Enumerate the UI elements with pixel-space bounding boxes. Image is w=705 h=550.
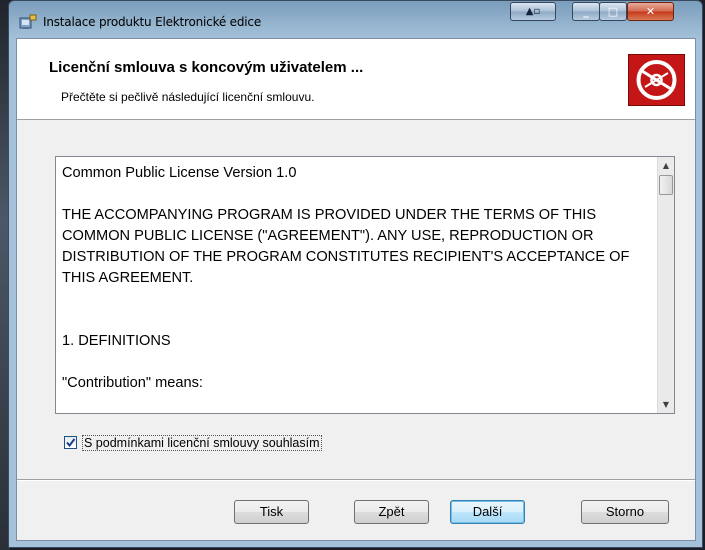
minimize-icon: _ [583, 5, 589, 18]
license-text-box[interactable]: Common Public License Version 1.0 THE AC… [55, 156, 675, 414]
next-button-label: Další [472, 504, 503, 519]
window-title: Instalace produktu Elektronické edice [43, 15, 261, 29]
license-line [62, 310, 650, 331]
agree-checkbox[interactable] [64, 436, 77, 449]
disc-icon [636, 60, 677, 100]
close-icon: ✕ [645, 5, 656, 18]
installer-icon [19, 14, 37, 29]
agree-label[interactable]: S podmínkami licenční smlouvy souhlasím [82, 435, 322, 451]
maximize-icon: □ [607, 5, 619, 18]
close-button[interactable]: ✕ [627, 2, 674, 21]
license-line: 1. DEFINITIONS [62, 333, 171, 349]
maximize-button[interactable]: □ [599, 2, 627, 21]
page-subtitle: Přečtěte si pečlivě následující licenční… [61, 90, 315, 104]
help-button[interactable]: ▲▫ [510, 2, 556, 21]
help-icon: ▲▫ [525, 6, 541, 17]
cancel-button-label: Storno [605, 504, 645, 519]
minimize-button[interactable]: _ [572, 2, 600, 21]
license-line: THE ACCOMPANYING PROGRAM IS PROVIDED UND… [62, 207, 630, 286]
installer-window: Instalace produktu Elektronické edice ▲▫… [8, 0, 703, 548]
print-button[interactable]: Tisk [234, 500, 309, 524]
license-line [62, 289, 650, 310]
scroll-up-icon[interactable]: ▲ [658, 157, 674, 174]
page-title: Licenční smlouva s koncovým uživatelem .… [49, 59, 364, 76]
scroll-thumb[interactable] [659, 175, 673, 195]
license-line: "Contribution" means: [62, 375, 203, 391]
license-line [62, 352, 650, 373]
back-button[interactable]: Zpět [354, 500, 429, 524]
title-bar[interactable]: Instalace produktu Elektronické edice ▲▫… [9, 1, 702, 39]
back-button-label: Zpět [378, 504, 405, 519]
license-line: Common Public License Version 1.0 [62, 165, 297, 181]
print-button-label: Tisk [259, 504, 284, 519]
dialog-client-area: Licenční smlouva s koncovým uživatelem .… [16, 38, 696, 541]
header-banner: Licenční smlouva s koncovým uživatelem .… [17, 39, 695, 120]
license-line [62, 184, 650, 205]
scroll-down-icon[interactable]: ▼ [658, 396, 674, 413]
product-logo [628, 54, 685, 106]
checkmark-icon [66, 438, 76, 448]
button-separator [17, 479, 695, 481]
license-text: Common Public License Version 1.0 THE AC… [62, 163, 650, 394]
cancel-button[interactable]: Storno [581, 500, 669, 524]
next-button[interactable]: Další [450, 500, 525, 524]
license-scrollbar[interactable]: ▲ ▼ [657, 157, 674, 413]
